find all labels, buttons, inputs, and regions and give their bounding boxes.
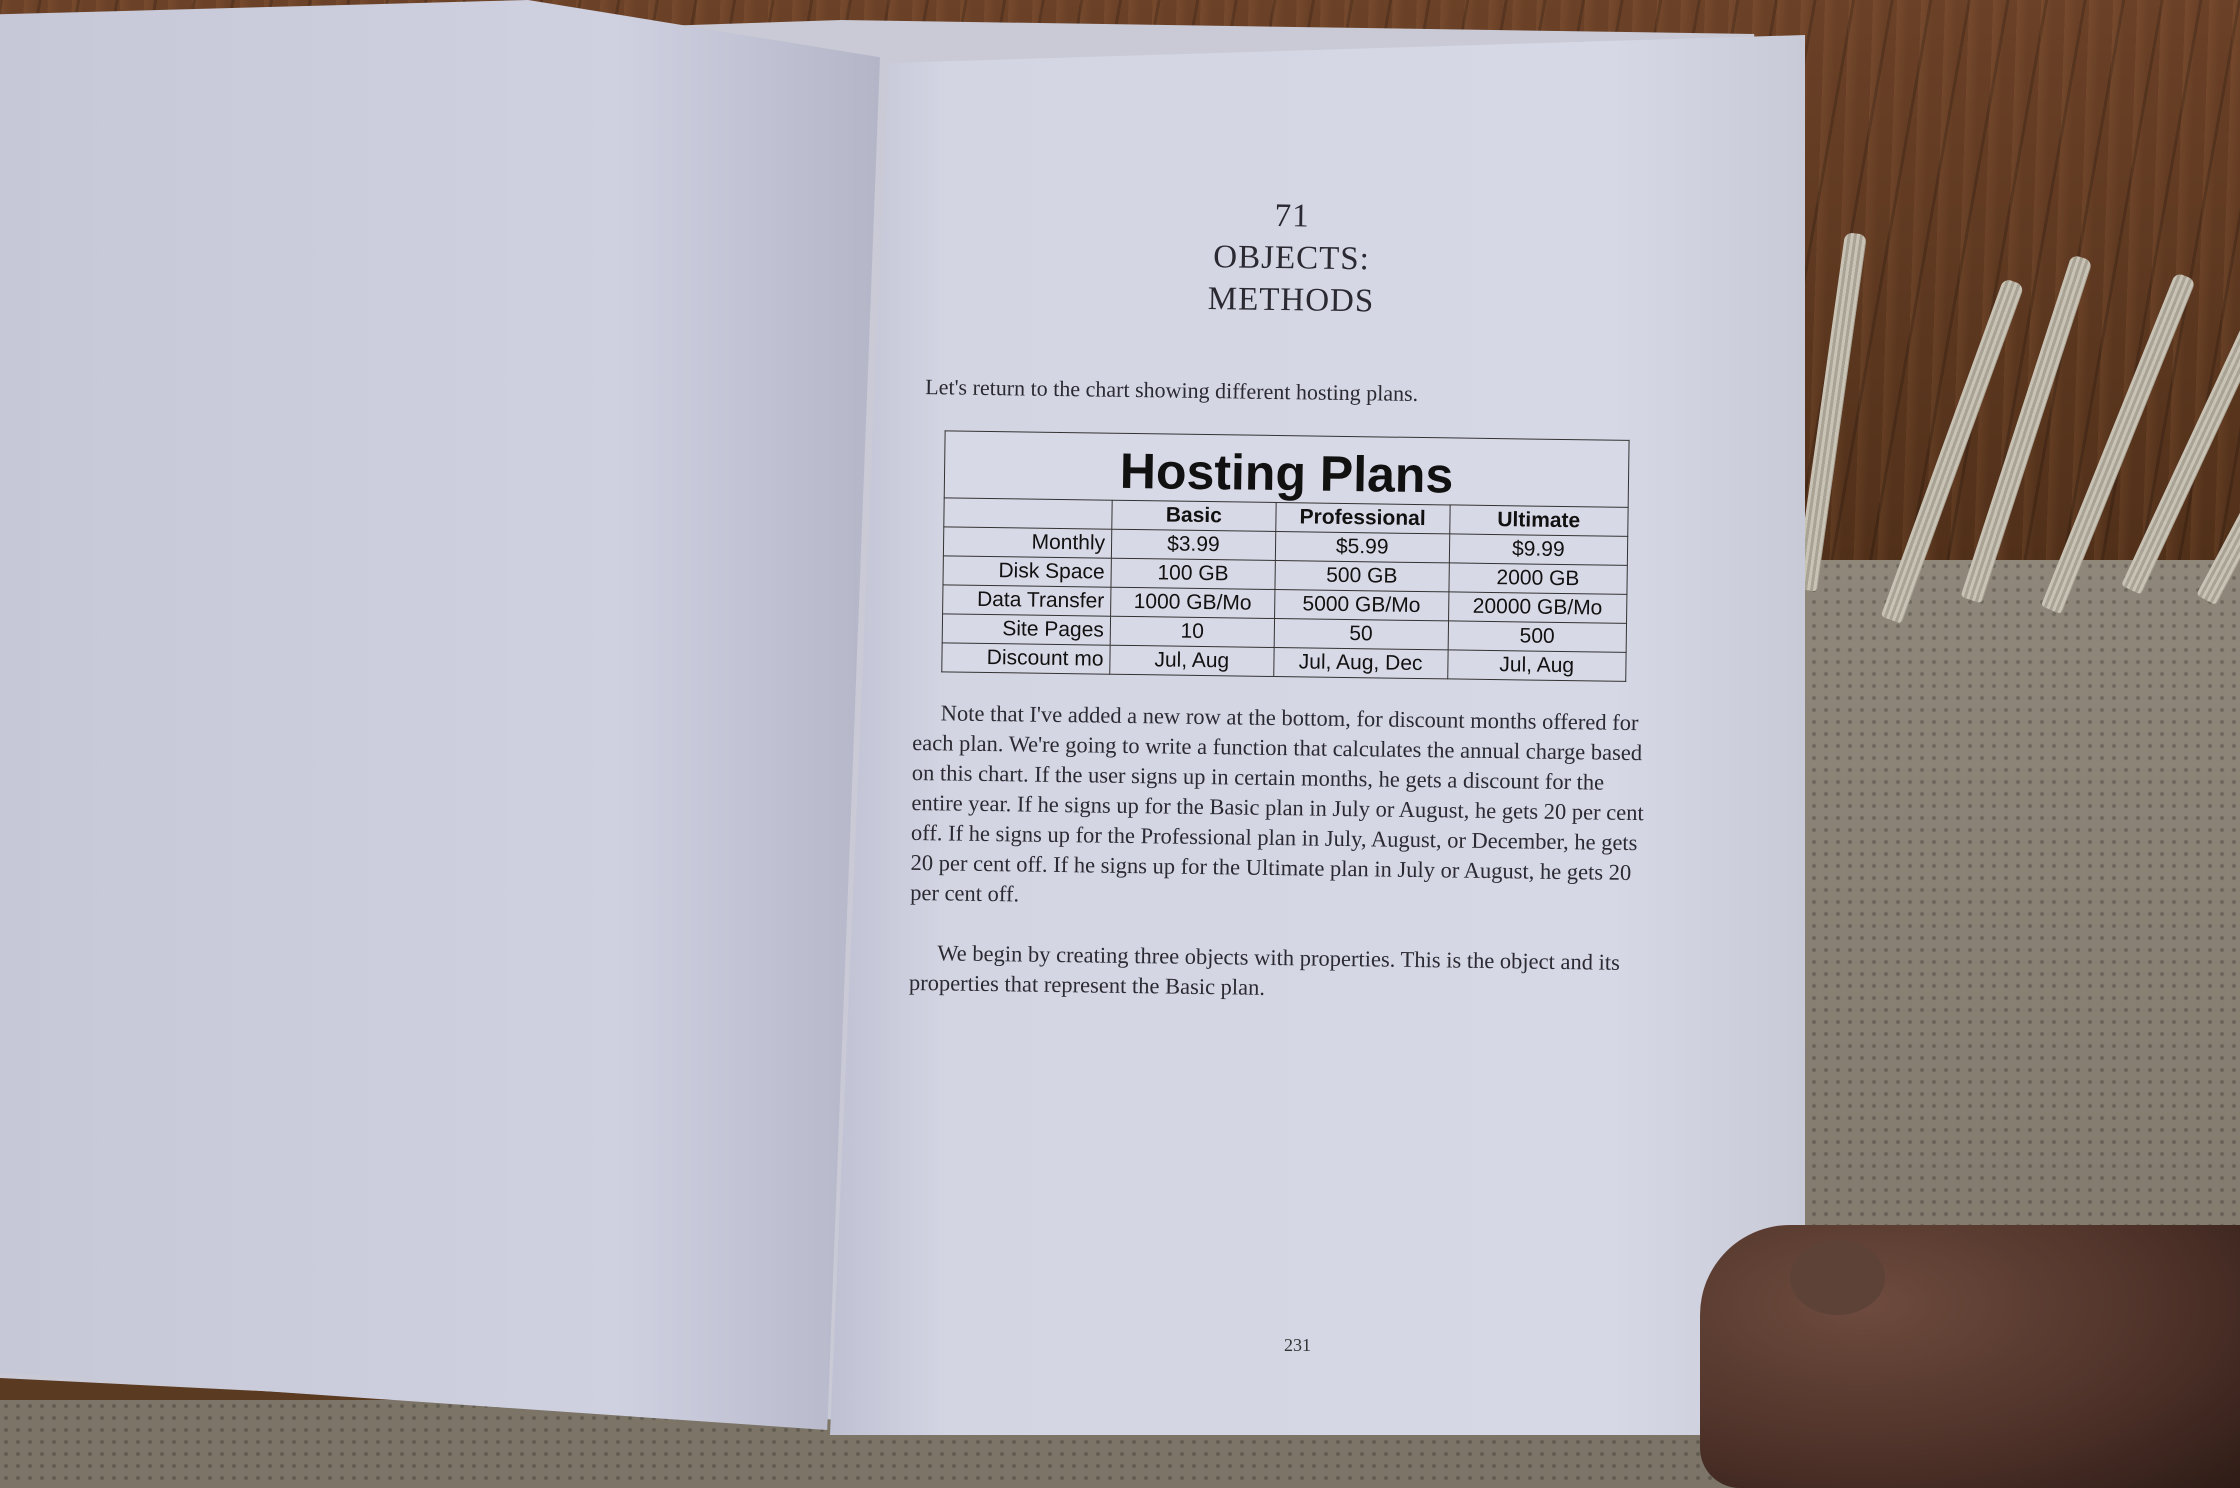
table-corner-cell: [943, 497, 1113, 530]
row-label: Disk Space: [942, 555, 1112, 588]
body-paragraph: We begin by creating three objects with …: [908, 940, 1621, 1000]
row-label: Discount mo: [941, 642, 1111, 675]
table-cell: $3.99: [1111, 529, 1276, 561]
table-cell: Jul, Aug, Dec: [1273, 647, 1448, 679]
table-cell: $9.99: [1448, 533, 1628, 566]
table-cell: $5.99: [1275, 531, 1450, 563]
row-label: Monthly: [943, 526, 1112, 559]
body-paragraph: Note that I've added a new row at the bo…: [910, 700, 1644, 907]
column-header-basic: Basic: [1111, 500, 1276, 532]
table-cell: 100 GB: [1110, 558, 1276, 590]
row-label: Site Pages: [942, 613, 1111, 646]
table-cell: 5000 GB/Mo: [1274, 589, 1449, 621]
toe: [1700, 1225, 2240, 1488]
left-page: [0, 0, 880, 1430]
intro-text: Let's return to the chart showing differ…: [925, 374, 1419, 406]
hosting-plans-table: Hosting Plans Basic Professional Ultimat…: [941, 430, 1630, 682]
column-header-professional: Professional: [1275, 502, 1450, 534]
row-label: Data Transfer: [942, 584, 1111, 617]
page-number: 231: [1284, 1335, 1311, 1355]
table-cell: 500: [1447, 620, 1627, 653]
table-cell: Jul, Aug: [1447, 649, 1627, 682]
page-content: 71 OBJECTS: METHODS Let's return to the …: [909, 190, 1665, 1008]
table-cell: 2000 GB: [1448, 562, 1628, 595]
column-header-ultimate: Ultimate: [1449, 504, 1629, 537]
table-title: Hosting Plans: [944, 430, 1630, 508]
chapter-title-line2: METHODS: [1207, 281, 1375, 320]
table-cell: 10: [1110, 616, 1275, 648]
table-cell: 1000 GB/Mo: [1110, 587, 1275, 619]
table-cell: 500 GB: [1274, 560, 1449, 592]
table-cell: 20000 GB/Mo: [1448, 591, 1627, 624]
table-cell: Jul, Aug: [1109, 645, 1274, 677]
toenail: [1790, 1240, 1885, 1315]
table-cell: 50: [1273, 618, 1449, 650]
